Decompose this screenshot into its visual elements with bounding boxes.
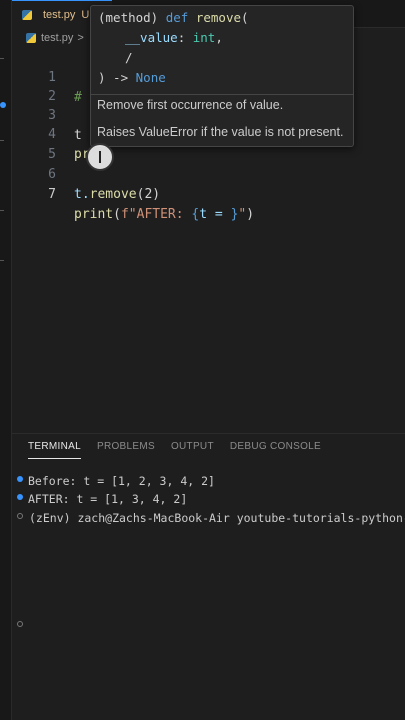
tooltip-doc: Remove first occurrence of value.	[97, 98, 284, 112]
code-method: remove	[89, 187, 137, 202]
code-fstring: f"AFTER:	[120, 207, 192, 222]
signature-line: ) -> None	[98, 68, 166, 88]
tab-terminal[interactable]: TERMINAL	[28, 437, 81, 459]
tab-status-badge: U	[81, 8, 90, 21]
code-line: 7 print(f"AFTER: {t = }")	[12, 165, 405, 222]
sig-kind: (method)	[98, 10, 159, 25]
code-args: (2)	[136, 187, 161, 202]
sig-method-name: remove	[195, 10, 242, 25]
code-fn: print	[74, 207, 114, 222]
tab-problems[interactable]: PROBLEMS	[97, 437, 155, 459]
sig-type: int	[192, 30, 216, 45]
panel-divider[interactable]	[12, 433, 405, 434]
panel-tabs: TERMINAL PROBLEMS OUTPUT DEBUG CONSOLE	[28, 437, 321, 459]
sig-return-type: None	[135, 70, 166, 85]
sig-def-keyword: def	[165, 10, 189, 25]
code-paren: )	[246, 207, 255, 222]
activity-marker	[0, 210, 4, 211]
tooltip-divider	[91, 94, 353, 95]
tooltip-doc: Raises ValueError if the value is not pr…	[97, 125, 344, 139]
code-text: print(f"AFTER: {t = }")	[74, 205, 254, 225]
tab-filename: test.py	[43, 8, 76, 21]
activity-bar	[0, 0, 12, 720]
command-status-icon	[17, 621, 23, 627]
activity-marker	[0, 140, 4, 141]
command-status-icon	[17, 494, 23, 500]
mouse-cursor-icon	[86, 143, 114, 171]
hover-tooltip: (method) def remove( __value: int, / ) -…	[90, 5, 354, 147]
tab-debug-console[interactable]: DEBUG CONSOLE	[230, 437, 321, 459]
sig-colon: :	[177, 30, 193, 45]
line-number: 7	[48, 187, 56, 202]
code-var: t.	[74, 187, 90, 202]
sig-paren: (	[241, 10, 249, 25]
python-file-icon	[26, 33, 36, 43]
tab-output[interactable]: OUTPUT	[171, 437, 214, 459]
breadcrumb-file[interactable]: test.py	[41, 32, 73, 44]
code-expr: t =	[199, 207, 231, 222]
python-file-icon	[22, 9, 32, 20]
signature-line: __value: int,	[125, 28, 223, 48]
terminal-line: Before: t = [1, 2, 3, 4, 2]	[28, 474, 215, 488]
signature-line: (method) def remove(	[98, 8, 249, 28]
code-line: 6 t.remove(2)	[12, 145, 405, 202]
sig-param: __value	[125, 30, 178, 45]
command-status-icon	[17, 513, 23, 519]
code-paren: (	[113, 207, 121, 222]
activity-badge	[0, 102, 6, 108]
signature-line: /	[125, 50, 133, 65]
sig-comma: ,	[215, 30, 223, 45]
code-text: t.remove(2)	[74, 185, 160, 205]
terminal-prompt: (zEnv) zach@Zachs-MacBook-Air youtube-tu…	[29, 511, 405, 525]
sig-return-arrow: ) ->	[98, 70, 136, 85]
activity-marker	[0, 260, 4, 261]
command-status-icon	[17, 476, 23, 482]
activity-marker	[0, 58, 4, 59]
terminal-line: AFTER: t = [1, 3, 4, 2]	[28, 492, 188, 506]
breadcrumb-separator: >	[77, 32, 84, 44]
